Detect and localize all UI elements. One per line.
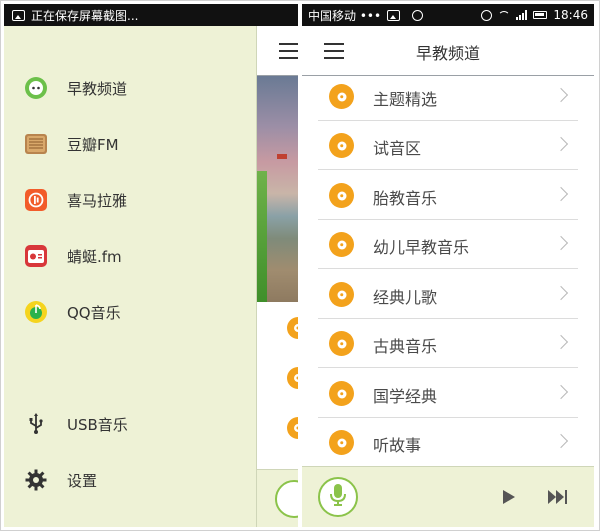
chevron-right-icon — [553, 87, 569, 103]
right-phone-screen: 中国移动 ••• 18:46 早教频道 主题精选 试音区 胎教音乐 幼儿早教音乐… — [302, 4, 594, 527]
gear-icon — [24, 468, 48, 492]
play-icon[interactable] — [503, 490, 515, 504]
drawer-item-label: 早教频道 — [67, 79, 128, 98]
disc-icon — [329, 183, 354, 208]
usb-icon — [24, 412, 48, 436]
drawer-item-qingting-fm[interactable]: 蜻蜓.fm — [4, 236, 256, 276]
carrier-text: 中国移动 ••• — [308, 8, 382, 23]
disc-icon — [329, 430, 354, 455]
qingting-radio-icon — [24, 244, 48, 268]
drawer-item-settings[interactable]: 设置 — [4, 460, 256, 500]
list-item-label: 古典音乐 — [373, 337, 438, 356]
list-item-label: 胎教音乐 — [373, 189, 438, 208]
disc-icon — [329, 232, 354, 257]
image-icon — [12, 9, 25, 21]
drawer-item-label: 喜马拉雅 — [67, 191, 128, 210]
list-item[interactable]: 胎教音乐 — [318, 171, 578, 220]
list-item-label: 主题精选 — [373, 90, 438, 109]
status-bar: 中国移动 ••• 18:46 — [302, 4, 594, 26]
chevron-right-icon — [553, 186, 569, 202]
page-title: 早教频道 — [415, 44, 480, 63]
ximalaya-icon — [24, 188, 48, 212]
drawer-item-label: 豆瓣FM — [67, 135, 119, 154]
drawer-item-label: USB音乐 — [67, 415, 128, 434]
background-bottom-bar — [257, 469, 298, 527]
chevron-right-icon — [553, 136, 569, 152]
chevron-right-icon — [553, 235, 569, 251]
chevron-right-icon — [553, 334, 569, 350]
player-bar — [302, 466, 594, 527]
radio-icon — [24, 132, 48, 156]
left-phone-screen: 正在保存屏幕截图... 早教频道 豆瓣FM 喜马拉雅 蜻蜓.fm QQ音乐 US… — [4, 4, 298, 527]
list-item[interactable]: 听故事 — [318, 418, 578, 466]
chevron-right-icon — [553, 433, 569, 449]
list-item[interactable]: 经典儿歌 — [318, 270, 578, 319]
list-item[interactable]: 古典音乐 — [318, 319, 578, 368]
top-app-bar: 早教频道 — [302, 26, 594, 76]
battery-icon — [533, 11, 548, 19]
channel-list: 主题精选 试音区 胎教音乐 幼儿早教音乐 经典儿歌 古典音乐 国学经典 听故事 — [302, 76, 594, 466]
disc-icon — [329, 282, 354, 307]
banner-image — [257, 76, 298, 302]
disc-icon — [287, 367, 298, 389]
drawer-item-ximalaya[interactable]: 喜马拉雅 — [4, 180, 256, 220]
disc-icon — [329, 133, 354, 158]
status-bar: 正在保存屏幕截图... — [4, 4, 298, 26]
status-text: 正在保存屏幕截图... — [31, 8, 139, 23]
drawer-item-early-education[interactable]: 早教频道 — [4, 68, 256, 108]
list-item-label: 听故事 — [373, 436, 422, 455]
clock-icon — [412, 9, 424, 21]
drawer-item-usb-music[interactable]: USB音乐 — [4, 404, 256, 444]
background-header — [257, 26, 298, 76]
disc-icon — [329, 381, 354, 406]
list-item-label: 国学经典 — [373, 387, 438, 406]
alarm-icon — [481, 9, 493, 21]
signal-icon — [516, 10, 528, 20]
next-track-icon[interactable] — [548, 490, 570, 504]
chevron-right-icon — [553, 384, 569, 400]
wifi-icon — [498, 10, 511, 20]
drawer-item-label: QQ音乐 — [67, 303, 121, 322]
drawer-item-qq-music[interactable]: QQ音乐 — [4, 292, 256, 332]
qq-music-icon — [24, 300, 48, 324]
list-item-label: 经典儿歌 — [373, 288, 438, 307]
list-item[interactable]: 试音区 — [318, 121, 578, 170]
drawer-item-label: 设置 — [67, 471, 98, 490]
disc-icon — [287, 417, 298, 439]
drawer-item-douban-fm[interactable]: 豆瓣FM — [4, 124, 256, 164]
list-item-label: 幼儿早教音乐 — [373, 238, 470, 257]
disc-icon — [329, 84, 354, 109]
chevron-right-icon — [553, 285, 569, 301]
drawer-item-label: 蜻蜓.fm — [67, 247, 122, 266]
clock-time: 18:46 — [553, 8, 588, 22]
voice-button[interactable] — [318, 477, 358, 517]
background-content — [256, 26, 298, 527]
menu-icon[interactable] — [279, 43, 298, 59]
navigation-drawer: 早教频道 豆瓣FM 喜马拉雅 蜻蜓.fm QQ音乐 USB音乐 设置 — [4, 26, 256, 527]
list-item[interactable]: 国学经典 — [318, 369, 578, 418]
disc-icon — [287, 317, 298, 339]
image-icon — [387, 9, 401, 21]
microphone-icon[interactable] — [275, 480, 298, 518]
microphone-icon — [328, 483, 348, 511]
list-item-label: 试音区 — [373, 139, 422, 158]
list-item[interactable]: 主题精选 — [318, 76, 578, 121]
list-item[interactable]: 幼儿早教音乐 — [318, 220, 578, 269]
smiley-face-icon — [24, 76, 48, 100]
disc-icon — [329, 331, 354, 356]
